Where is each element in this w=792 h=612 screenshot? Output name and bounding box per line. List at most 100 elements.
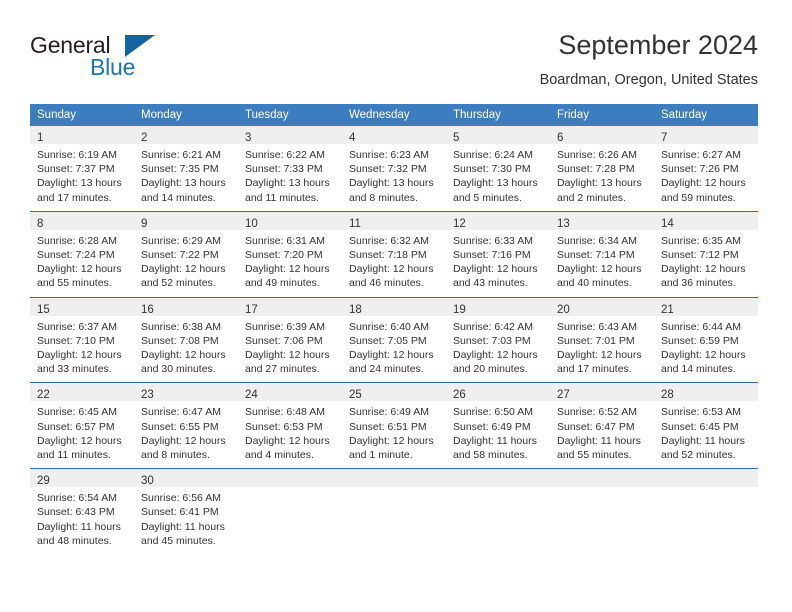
day-cell[interactable]: 18 Sunrise: 6:40 AM Sunset: 7:05 PM Dayligh… <box>342 296 446 383</box>
weekday-header-sunday: Sunday <box>30 104 134 126</box>
daylight-text: Daylight: 13 hours and 17 minutes. <box>37 177 122 204</box>
sunset-text: Sunset: 6:49 PM <box>453 420 531 433</box>
week-row: 1 Sunrise: 6:19 AM Sunset: 7:37 PM Daylight… <box>30 126 758 211</box>
day-cell[interactable]: 4 Sunrise: 6:23 AM Sunset: 7:32 PM Daylight… <box>342 126 446 211</box>
sunrise-text: Sunrise: 6:50 AM <box>453 406 533 419</box>
daylight-text: Daylight: 11 hours and 45 minutes. <box>141 520 225 547</box>
day-cell[interactable]: 7 Sunrise: 6:27 AM Sunset: 7:26 PM Daylight… <box>654 126 758 211</box>
sunrise-text: Sunrise: 6:43 AM <box>557 320 637 333</box>
sunrise-text: Sunrise: 6:56 AM <box>141 492 221 505</box>
daylight-text: Daylight: 12 hours and 30 minutes. <box>141 349 226 376</box>
day-cell[interactable]: 27 Sunrise: 6:52 AM Sunset: 6:47 PM Dayligh… <box>550 382 654 469</box>
day-cell[interactable]: 15 Sunrise: 6:37 AM Sunset: 7:10 PM Dayligh… <box>30 296 134 383</box>
week-row: 29 Sunrise: 6:54 AM Sunset: 6:43 PM Dayligh… <box>30 468 758 555</box>
day-number: 2 <box>141 132 148 144</box>
sunrise-text: Sunrise: 6:35 AM <box>661 234 741 247</box>
day-number: 4 <box>349 132 356 144</box>
day-cell[interactable]: 13 Sunrise: 6:34 AM Sunset: 7:14 PM Dayligh… <box>550 210 654 298</box>
day-cell[interactable]: 8 Sunrise: 6:28 AM Sunset: 7:24 PM Daylight… <box>30 210 134 298</box>
day-cell[interactable]: 5 Sunrise: 6:24 AM Sunset: 7:30 PM Daylight… <box>446 126 550 211</box>
day-cell-empty <box>446 468 550 555</box>
day-number: 19 <box>453 303 466 316</box>
day-cell[interactable]: 29 Sunrise: 6:54 AM Sunset: 6:43 PM Dayligh… <box>30 468 134 555</box>
sunrise-text: Sunrise: 6:49 AM <box>349 406 429 419</box>
sunrise-text: Sunrise: 6:54 AM <box>37 492 117 505</box>
day-number: 11 <box>349 217 361 230</box>
daylight-text: Daylight: 11 hours and 52 minutes. <box>661 434 745 462</box>
daylight-text: Daylight: 12 hours and 49 minutes. <box>245 263 330 290</box>
day-cell[interactable]: 10 Sunrise: 6:31 AM Sunset: 7:20 PM Dayligh… <box>238 210 342 298</box>
day-cell[interactable]: 9 Sunrise: 6:29 AM Sunset: 7:22 PM Daylight… <box>134 210 238 298</box>
sunset-text: Sunset: 6:47 PM <box>557 420 635 433</box>
day-number: 21 <box>661 303 674 316</box>
sunrise-text: Sunrise: 6:48 AM <box>245 406 325 419</box>
day-cell[interactable]: 24 Sunrise: 6:48 AM Sunset: 6:53 PM Dayligh… <box>238 382 342 469</box>
page-title: September 2024 <box>558 30 758 60</box>
day-cell[interactable]: 28 Sunrise: 6:53 AM Sunset: 6:45 PM Dayligh… <box>654 382 758 469</box>
day-cell-empty <box>238 468 342 555</box>
calendar-body: 1 Sunrise: 6:19 AM Sunset: 7:37 PM Daylight… <box>30 126 758 555</box>
day-cell[interactable]: 16 Sunrise: 6:38 AM Sunset: 7:08 PM Dayligh… <box>134 296 238 383</box>
weekday-header-monday: Monday <box>134 104 238 126</box>
day-cell[interactable]: 14 Sunrise: 6:35 AM Sunset: 7:12 PM Dayligh… <box>654 210 758 298</box>
sunset-text: Sunset: 7:30 PM <box>453 163 531 176</box>
day-cell[interactable]: 20 Sunrise: 6:43 AM Sunset: 7:01 PM Dayligh… <box>550 296 654 383</box>
day-cell[interactable]: 30 Sunrise: 6:56 AM Sunset: 6:41 PM Dayligh… <box>134 468 238 555</box>
day-cell[interactable]: 1 Sunrise: 6:19 AM Sunset: 7:37 PM Daylight… <box>30 126 134 211</box>
sunset-text: Sunset: 7:20 PM <box>245 249 323 262</box>
sunset-text: Sunset: 7:32 PM <box>349 163 427 176</box>
day-cell[interactable]: 26 Sunrise: 6:50 AM Sunset: 6:49 PM Dayligh… <box>446 382 550 469</box>
sunrise-text: Sunrise: 6:37 AM <box>37 320 117 333</box>
daylight-text: Daylight: 12 hours and 59 minutes. <box>661 177 746 204</box>
day-cell[interactable]: 22 Sunrise: 6:45 AM Sunset: 6:57 PM Dayligh… <box>30 382 134 469</box>
day-cell[interactable]: 25 Sunrise: 6:49 AM Sunset: 6:51 PM Dayligh… <box>342 382 446 469</box>
day-cell[interactable]: 3 Sunrise: 6:22 AM Sunset: 7:33 PM Daylight… <box>238 126 342 211</box>
sunrise-text: Sunrise: 6:26 AM <box>557 149 637 161</box>
calendar-table: Sunday Monday Tuesday Wednesday Thursday… <box>30 104 758 555</box>
daylight-text: Daylight: 13 hours and 14 minutes. <box>141 177 226 204</box>
sunrise-text: Sunrise: 6:24 AM <box>453 149 533 161</box>
sunset-text: Sunset: 7:35 PM <box>141 163 219 176</box>
daylight-text: Daylight: 12 hours and 46 minutes. <box>349 263 434 290</box>
day-cell[interactable]: 12 Sunrise: 6:33 AM Sunset: 7:16 PM Dayligh… <box>446 210 550 298</box>
sunrise-text: Sunrise: 6:45 AM <box>37 406 117 419</box>
sunset-text: Sunset: 6:51 PM <box>349 420 427 433</box>
day-cell[interactable]: 6 Sunrise: 6:26 AM Sunset: 7:28 PM Daylight… <box>550 126 654 211</box>
day-cell[interactable]: 11 Sunrise: 6:32 AM Sunset: 7:18 PM Dayligh… <box>342 210 446 298</box>
day-cell[interactable]: 17 Sunrise: 6:39 AM Sunset: 7:06 PM Dayligh… <box>238 296 342 383</box>
day-number: 9 <box>141 217 148 230</box>
day-cell[interactable]: 23 Sunrise: 6:47 AM Sunset: 6:55 PM Dayligh… <box>134 382 238 469</box>
daylight-text: Daylight: 12 hours and 11 minutes. <box>37 434 122 462</box>
sunrise-text: Sunrise: 6:47 AM <box>141 406 221 419</box>
sunset-text: Sunset: 7:14 PM <box>557 249 635 262</box>
day-number: 15 <box>37 303 50 316</box>
page-header: General Blue September 2024 Boardman, Or… <box>30 28 758 98</box>
weekday-header-row: Sunday Monday Tuesday Wednesday Thursday… <box>30 104 758 126</box>
day-number: 26 <box>453 389 466 402</box>
day-cell[interactable]: 21 Sunrise: 6:44 AM Sunset: 6:59 PM Dayligh… <box>654 296 758 383</box>
day-cell[interactable]: 2 Sunrise: 6:21 AM Sunset: 7:35 PM Daylight… <box>134 126 238 211</box>
sunrise-text: Sunrise: 6:44 AM <box>661 320 741 333</box>
daylight-text: Daylight: 12 hours and 20 minutes. <box>453 349 538 376</box>
day-number: 7 <box>661 132 668 144</box>
sunset-text: Sunset: 7:18 PM <box>349 249 427 262</box>
sunset-text: Sunset: 6:55 PM <box>141 420 219 433</box>
sunrise-text: Sunrise: 6:28 AM <box>37 234 117 247</box>
sunrise-text: Sunrise: 6:32 AM <box>349 234 429 247</box>
day-cell[interactable]: 19 Sunrise: 6:42 AM Sunset: 7:03 PM Dayligh… <box>446 296 550 383</box>
day-number: 22 <box>37 389 50 402</box>
sunrise-text: Sunrise: 6:23 AM <box>349 149 429 161</box>
sunset-text: Sunset: 7:06 PM <box>245 334 323 347</box>
day-number: 30 <box>141 475 154 488</box>
daylight-text: Daylight: 12 hours and 52 minutes. <box>141 263 226 290</box>
week-row: 8 Sunrise: 6:28 AM Sunset: 7:24 PM Daylight… <box>30 210 758 298</box>
general-blue-logo: General Blue <box>30 28 270 88</box>
sunset-text: Sunset: 6:45 PM <box>661 420 739 433</box>
sunset-text: Sunset: 7:33 PM <box>245 163 323 176</box>
daylight-text: Daylight: 11 hours and 55 minutes. <box>557 434 641 462</box>
day-number: 3 <box>245 132 252 144</box>
sunrise-text: Sunrise: 6:39 AM <box>245 320 325 333</box>
sunset-text: Sunset: 7:05 PM <box>349 334 427 347</box>
weekday-header-wednesday: Wednesday <box>342 104 446 126</box>
sunrise-text: Sunrise: 6:19 AM <box>37 149 117 161</box>
